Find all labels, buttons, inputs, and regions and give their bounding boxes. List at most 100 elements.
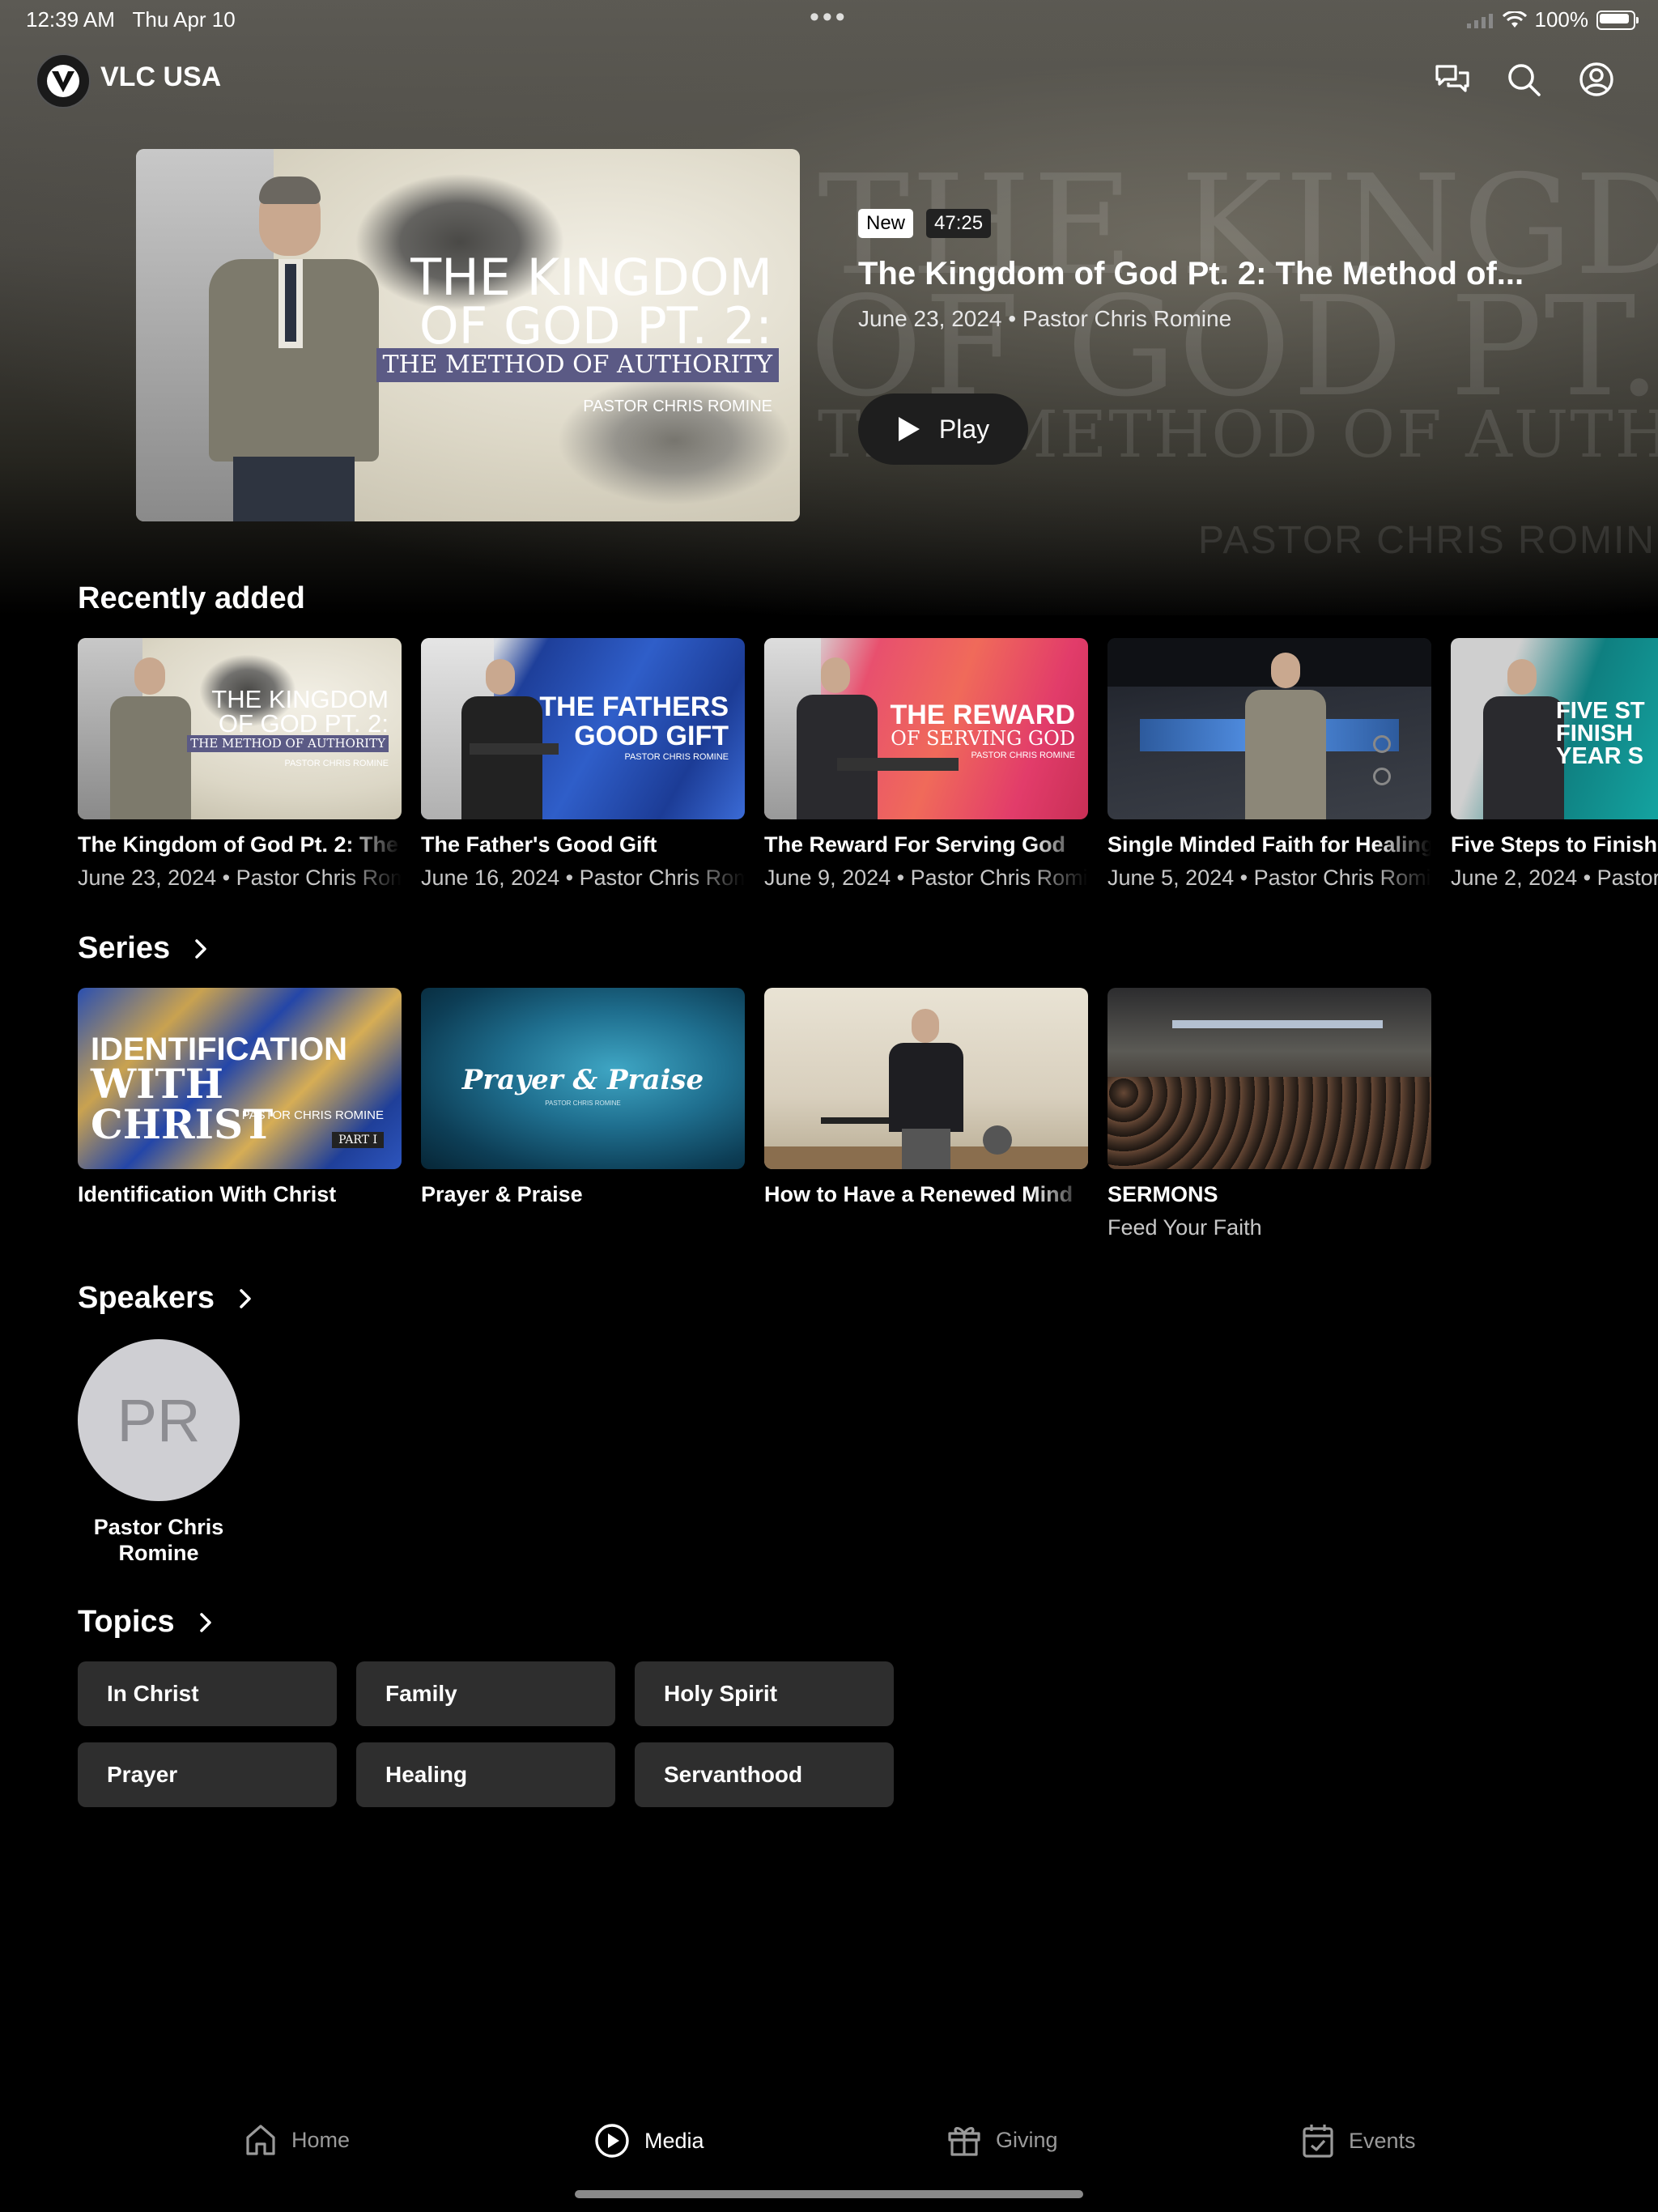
home-icon (246, 2125, 275, 2155)
speakers-heading: Speakers (78, 1281, 215, 1315)
tab-events[interactable]: Events (1302, 2123, 1416, 2159)
recent-title-5: Five Steps to Finish (1451, 832, 1658, 857)
series-thumb-1: IDENTIFICATION WITH CHRIST PASTOR CHRIS … (78, 988, 402, 1169)
tab-home[interactable]: Home (244, 2123, 350, 2157)
recent-thumb-2-l2: GOOD GIFT (574, 721, 729, 751)
recent-thumb-2-l4: PASTOR CHRIS ROMINE (624, 752, 729, 762)
recent-thumb-4 (1107, 638, 1431, 819)
status-bar: 12:39 AM Thu Apr 10 ••• 100% (0, 0, 1658, 39)
series-thumb-2: Prayer & Praise PASTOR CHRIS ROMINE (421, 988, 745, 1169)
hero-badges: New 47:25 (858, 209, 992, 238)
hero-subtitle: June 23, 2024 • Pastor Chris Romine (858, 306, 1232, 331)
hero-thumb-speaker: PASTOR CHRIS ROMINE (583, 398, 772, 415)
series-thumb-4 (1107, 988, 1431, 1169)
topics-header[interactable]: Topics (78, 1605, 212, 1640)
play-label: Play (938, 414, 990, 444)
recent-subtitle-5: June 2, 2024 • Pastor Chris Romine (1451, 866, 1658, 890)
series-card-4[interactable]: SERMONS Feed Your Faith (1107, 988, 1431, 1240)
series-card-3[interactable]: How to Have a Renewed Mind (764, 988, 1088, 1207)
tab-giving[interactable]: Giving (947, 2123, 1058, 2157)
play-icon (898, 417, 920, 441)
recent-title-1: The Kingdom of God Pt. 2: The Method of … (78, 832, 402, 857)
cellular-icon (1466, 13, 1493, 28)
recent-thumb-3-l4: PASTOR CHRIS ROMINE (971, 751, 1075, 760)
recent-title-2: The Father's Good Gift (421, 832, 657, 857)
battery-percent: 100% (1534, 7, 1589, 32)
recently-added-heading: Recently added (78, 581, 305, 615)
topic-prayer[interactable]: Prayer (78, 1742, 337, 1807)
search-icon (1508, 64, 1541, 96)
series-thumb-3 (764, 988, 1088, 1169)
tab-giving-label: Giving (996, 2127, 1058, 2152)
series-thumb-1-l3: PASTOR CHRIS ROMINE (241, 1108, 384, 1122)
status-time: 12:39 AM Thu Apr 10 (26, 7, 236, 32)
chevron-right-icon (195, 938, 206, 959)
recent-title-4: Single Minded Faith for Healing (1107, 832, 1431, 857)
topic-servanthood[interactable]: Servanthood (635, 1742, 894, 1807)
recent-thumb-1-l2: OF GOD PT. 2: (218, 709, 389, 738)
series-thumb-2-l1: Prayer & Praise (461, 1064, 704, 1096)
multitask-dots[interactable]: ••• (810, 2, 848, 33)
tab-home-label: Home (291, 2127, 351, 2152)
hero-thumb-title3: THE METHOD OF AUTHORITY (376, 348, 779, 382)
play-button[interactable]: Play (858, 393, 1028, 465)
recent-thumb-2: THE FATHERS GOOD GIFT PASTOR CHRIS ROMIN… (421, 638, 745, 819)
recent-subtitle-3: June 9, 2024 • Pastor Chris Romine (764, 866, 1088, 890)
ink-splash-2 (557, 376, 792, 505)
hero-bg-line4: PASTOR CHRIS ROMINE (1198, 519, 1658, 562)
speakers-header[interactable]: Speakers (78, 1281, 252, 1316)
recent-card-3[interactable]: THE REWARD OF SERVING GOD PASTOR CHRIS R… (764, 638, 1088, 891)
topic-holy-spirit[interactable]: Holy Spirit (635, 1661, 894, 1726)
series-title-1: Identification With Christ (78, 1182, 337, 1206)
home-indicator[interactable] (575, 2190, 1083, 2198)
recent-thumb-1-l3: THE METHOD OF AUTHORITY (187, 735, 389, 752)
series-title-2: Prayer & Praise (421, 1182, 583, 1206)
gift-icon (948, 2127, 980, 2156)
duration-badge: 47:25 (926, 209, 992, 238)
topic-in-christ[interactable]: In Christ (78, 1661, 337, 1726)
hero-thumb-title2: OF GOD PT. 2: (419, 296, 772, 355)
hero-thumbnail[interactable]: THE KINGDOM OF GOD PT. 2: THE METHOD OF … (136, 149, 800, 521)
search-button[interactable] (1504, 60, 1543, 99)
topics-heading: Topics (78, 1605, 175, 1639)
speaker-name[interactable]: Pastor Chris Romine (70, 1514, 248, 1567)
speaker-avatar[interactable]: PR (78, 1339, 240, 1501)
recent-thumb-1: THE KINGDOM OF GOD PT. 2: THE METHOD OF … (78, 638, 402, 819)
recent-title-3: The Reward For Serving God (764, 832, 1066, 857)
recent-thumb-2-l1: THE FATHERS (539, 691, 729, 722)
new-badge: New (858, 209, 914, 238)
chevron-right-icon (199, 1612, 211, 1632)
play-circle-icon (595, 2124, 629, 2158)
chat-button[interactable] (1433, 60, 1472, 99)
recent-subtitle-2: June 16, 2024 • Pastor Chris Romine (421, 866, 745, 890)
tab-media-label: Media (644, 2128, 704, 2153)
account-button[interactable] (1577, 60, 1616, 99)
recent-thumb-1-l1: THE KINGDOM (211, 685, 389, 713)
pastor-figure (193, 165, 395, 521)
series-header[interactable]: Series (78, 931, 207, 966)
recent-card-1[interactable]: THE KINGDOM OF GOD PT. 2: THE METHOD OF … (78, 638, 402, 891)
app-name: VLC USA (100, 62, 222, 92)
tab-media[interactable]: Media (594, 2123, 704, 2159)
app-logo[interactable] (36, 53, 91, 108)
recent-subtitle-1: June 23, 2024 • Pastor Chris Romine (78, 866, 402, 890)
recent-card-5[interactable]: FIVE ST FINISH YEAR S Five Steps to Fini… (1451, 638, 1658, 891)
chat-icon (1435, 65, 1469, 92)
recent-thumb-1-l4: PASTOR CHRIS ROMINE (284, 759, 389, 768)
series-card-2[interactable]: Prayer & Praise PASTOR CHRIS ROMINE Pray… (421, 988, 745, 1207)
recent-subtitle-4: June 5, 2024 • Pastor Chris Romine (1107, 866, 1431, 890)
chevron-right-icon (240, 1288, 251, 1308)
status-right: 100% (1466, 7, 1639, 32)
topic-healing[interactable]: Healing (356, 1742, 615, 1807)
recent-card-2[interactable]: THE FATHERS GOOD GIFT PASTOR CHRIS ROMIN… (421, 638, 745, 891)
recent-card-4[interactable]: Single Minded Faith for Healing June 5, … (1107, 638, 1431, 891)
recent-thumb-3-l1: THE REWARD (890, 700, 1075, 730)
series-card-1[interactable]: IDENTIFICATION WITH CHRIST PASTOR CHRIS … (78, 988, 402, 1207)
topic-family[interactable]: Family (356, 1661, 615, 1726)
hero-thumb-title1: THE KINGDOM (410, 248, 772, 307)
logo-mark-icon (47, 65, 79, 97)
recent-thumb-5-l3: YEAR S (1556, 743, 1643, 769)
recent-thumb-3-l2: OF SERVING GOD (891, 727, 1075, 750)
hero-title[interactable]: The Kingdom of God Pt. 2: The Method of.… (858, 256, 1524, 292)
series-thumb-1-l4: PART I (332, 1132, 384, 1148)
